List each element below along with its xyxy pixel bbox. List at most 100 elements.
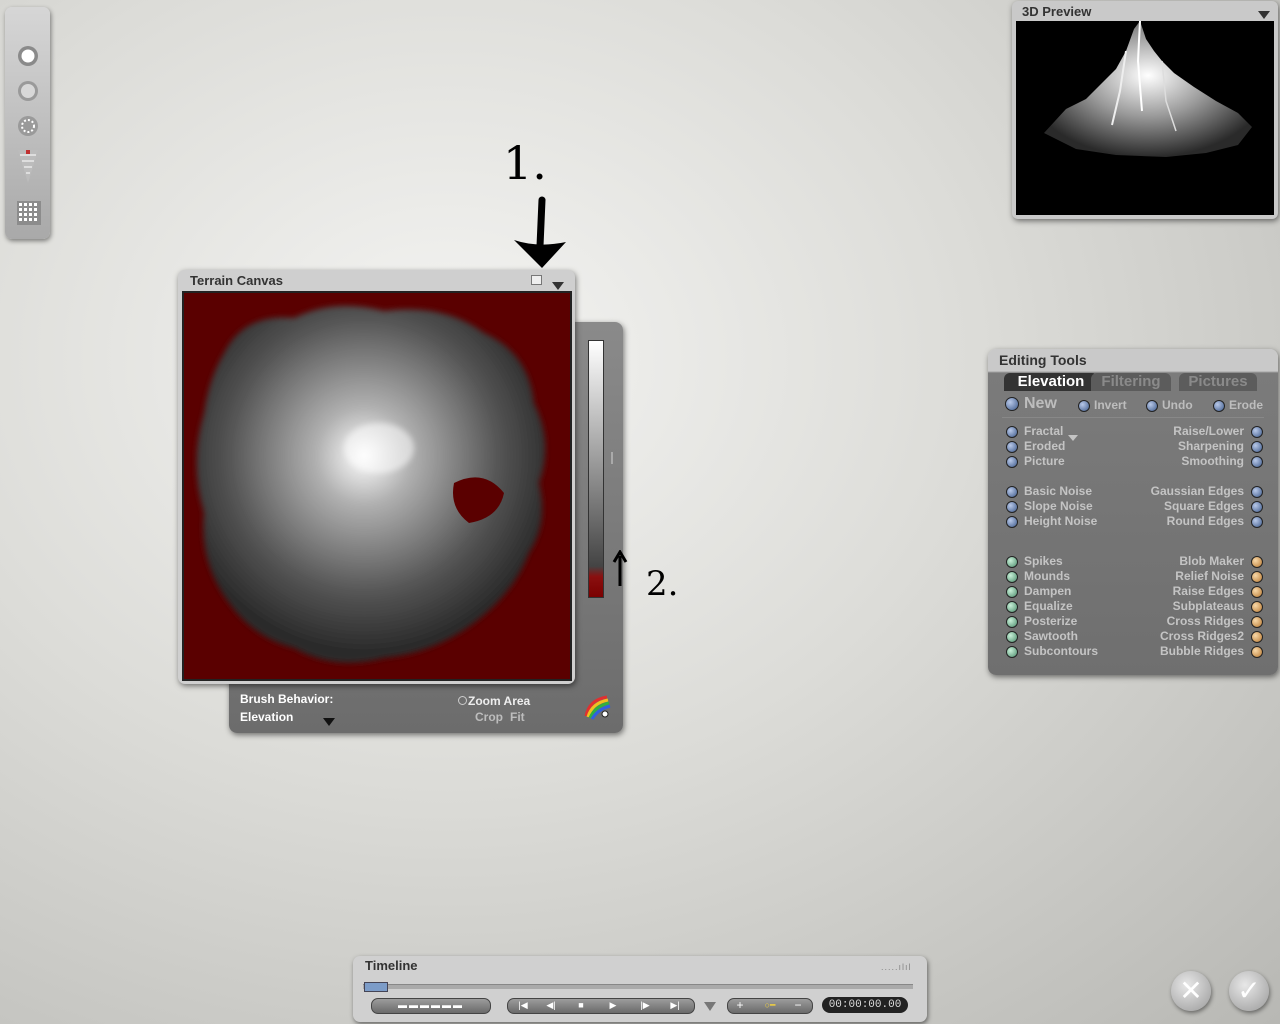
sharpening-radio[interactable] [1251,441,1263,453]
slope-noise-radio[interactable] [1006,501,1018,513]
spray-brush-icon[interactable] [17,115,39,137]
relief-noise-radio[interactable] [1251,571,1263,583]
cross-ridges-radio[interactable] [1251,616,1263,628]
blob-maker-option[interactable]: Blob Maker [1179,554,1244,568]
smoothing-radio[interactable] [1251,456,1263,468]
brush-behavior-chevron-down-icon[interactable] [323,713,335,731]
relief-noise-option[interactable]: Relief Noise [1175,569,1244,583]
loop-chevron-down-icon[interactable] [704,998,716,1016]
subplateaus-option[interactable]: Subplateaus [1173,599,1244,613]
brush-behavior-label: Brush Behavior: [240,692,334,706]
step-forward-icon[interactable]: |▶ [633,999,657,1011]
blob-maker-radio[interactable] [1251,556,1263,568]
elevation-gradient-bar[interactable] [588,340,604,598]
preview-viewport[interactable] [1016,20,1274,215]
soft-brush-icon[interactable] [17,80,39,102]
tab-filtering[interactable]: Filtering [1091,373,1171,391]
square-edges-radio[interactable] [1251,501,1263,513]
color-picker-icon[interactable] [583,694,611,725]
sawtooth-option[interactable]: Sawtooth [1024,629,1078,643]
step-back-icon[interactable]: ◀| [539,999,563,1011]
square-edges-option[interactable]: Square Edges [1164,499,1244,513]
terrain-heightmap-canvas[interactable] [182,291,572,681]
invert-button[interactable]: Invert [1094,398,1127,412]
picture-option[interactable]: Picture [1024,454,1065,468]
basic-noise-radio[interactable] [1006,486,1018,498]
play-icon[interactable]: ▶ [601,999,625,1011]
zoom-area-radio[interactable] [458,696,467,705]
height-noise-option[interactable]: Height Noise [1024,514,1097,528]
sawtooth-radio[interactable] [1006,631,1018,643]
new-button-icon[interactable] [1005,397,1019,411]
gaussian-edges-option[interactable]: Gaussian Edges [1151,484,1244,498]
eroded-radio[interactable] [1006,441,1018,453]
sharpening-option[interactable]: Sharpening [1178,439,1244,453]
posterize-radio[interactable] [1006,616,1018,628]
posterize-option[interactable]: Posterize [1024,614,1077,628]
cross-ridges-option[interactable]: Cross Ridges [1167,614,1244,628]
round-edges-option[interactable]: Round Edges [1167,514,1244,528]
tab-pictures[interactable]: Pictures [1179,373,1257,391]
gaussian-edges-radio[interactable] [1251,486,1263,498]
undo-button[interactable]: Undo [1162,398,1193,412]
undo-button-icon[interactable] [1146,400,1158,412]
stop-icon[interactable]: ■ [569,999,593,1011]
key-icon[interactable]: ○━ [753,999,787,1011]
fit-button[interactable]: Fit [510,710,525,724]
accept-checkmark-icon[interactable]: ✓ [1229,971,1269,1011]
crop-button[interactable]: Crop [475,710,503,724]
go-to-start-icon[interactable]: |◀ [511,999,535,1011]
raise-lower-radio[interactable] [1251,426,1263,438]
mounds-option[interactable]: Mounds [1024,569,1070,583]
erode-button[interactable]: Erode [1229,398,1263,412]
zoom-area-label[interactable]: Zoom Area [468,694,530,708]
cancel-x-icon[interactable]: ✕ [1171,971,1211,1011]
grid-icon[interactable] [17,201,41,225]
equalize-radio[interactable] [1006,601,1018,613]
subcontours-option[interactable]: Subcontours [1024,644,1098,658]
equalize-option[interactable]: Equalize [1024,599,1073,613]
spikes-radio[interactable] [1006,556,1018,568]
gradient-handle[interactable] [611,452,617,464]
cross-ridges2-option[interactable]: Cross Ridges2 [1160,629,1244,643]
eroded-option[interactable]: Eroded [1024,439,1065,453]
dampen-radio[interactable] [1006,586,1018,598]
subplateaus-radio[interactable] [1251,601,1263,613]
spikes-option[interactable]: Spikes [1024,554,1063,568]
timeline-resize-grip-icon[interactable]: .....ılıl [881,962,912,972]
new-button[interactable]: New [1024,395,1057,413]
subcontours-radio[interactable] [1006,646,1018,658]
timeline-track[interactable] [363,984,913,989]
window-restore-icon[interactable] [531,275,542,285]
dampen-option[interactable]: Dampen [1024,584,1071,598]
raise-lower-option[interactable]: Raise/Lower [1173,424,1244,438]
remove-keyframe-icon[interactable]: − [789,999,807,1011]
picture-radio[interactable] [1006,456,1018,468]
tab-elevation[interactable]: Elevation [1004,373,1098,391]
raise-edges-option[interactable]: Raise Edges [1173,584,1244,598]
slope-noise-option[interactable]: Slope Noise [1024,499,1093,513]
brush-behavior-select[interactable]: Elevation [240,710,293,724]
erode-button-icon[interactable] [1213,400,1225,412]
go-to-end-icon[interactable]: ▶| [663,999,687,1011]
cross-ridges2-radio[interactable] [1251,631,1263,643]
bubble-ridges-radio[interactable] [1251,646,1263,658]
mountain-render [1044,20,1252,157]
height-noise-radio[interactable] [1006,516,1018,528]
round-edges-radio[interactable] [1251,516,1263,528]
fractal-radio[interactable] [1006,426,1018,438]
invert-button-icon[interactable] [1078,400,1090,412]
smoothing-option[interactable]: Smoothing [1181,454,1244,468]
timeline-scrubber[interactable] [364,982,388,992]
raise-edges-radio[interactable] [1251,586,1263,598]
time-display[interactable]: 00:00:00.00 [822,997,908,1013]
fractal-chevron-down-icon[interactable] [1068,428,1078,446]
basic-noise-option[interactable]: Basic Noise [1024,484,1092,498]
bubble-ridges-option[interactable]: Bubble Ridges [1160,644,1244,658]
add-keyframe-icon[interactable]: + [731,999,749,1011]
mounds-radio[interactable] [1006,571,1018,583]
fractal-option[interactable]: Fractal [1024,424,1063,438]
paint-brush-icon[interactable] [17,45,39,67]
brush-strength-icon[interactable] [17,149,39,183]
terrain-canvas-title: Terrain Canvas [190,273,283,288]
